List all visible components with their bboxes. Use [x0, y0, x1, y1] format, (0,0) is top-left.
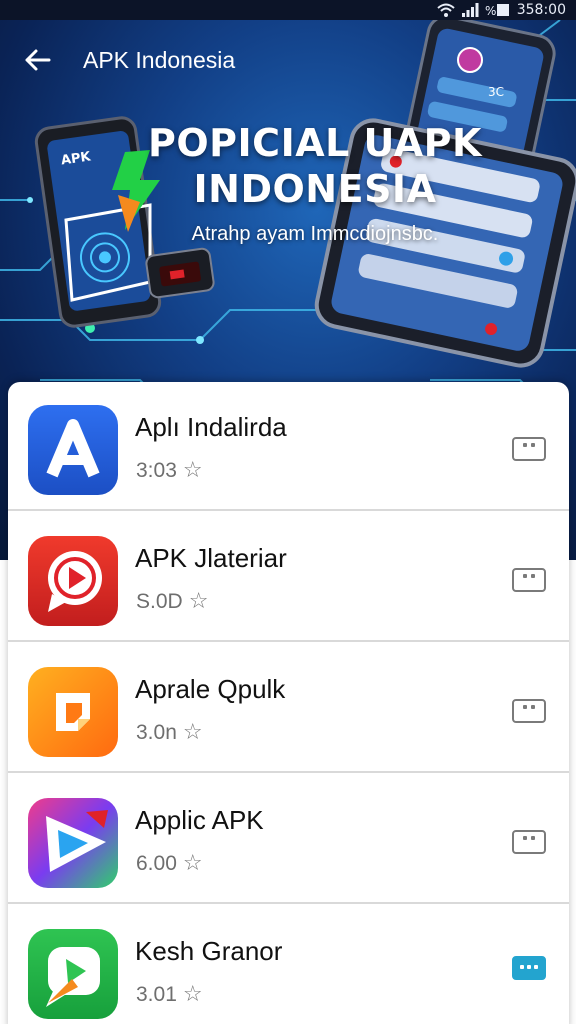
status-bar: % 358:00 [0, 0, 576, 20]
star-icon: ☆ [188, 589, 209, 614]
star-icon: ☆ [182, 720, 203, 745]
more-button[interactable] [512, 956, 546, 980]
app-rating: 3:03 ☆ [136, 458, 203, 483]
more-button[interactable] [512, 830, 546, 854]
star-icon: ☆ [182, 851, 203, 876]
letter-a-icon [28, 405, 118, 495]
star-icon: ☆ [182, 458, 203, 483]
page-title: APK Indonesia [83, 46, 236, 73]
banner-title-line1: POPICIAL UAPK [148, 121, 482, 165]
more-button[interactable] [512, 437, 546, 461]
banner-title: POPICIAL UAPK INDONESIA [140, 120, 490, 212]
app-name: APK Jlateriar [135, 543, 287, 573]
app-rating: 3.01 ☆ [136, 982, 203, 1007]
star-icon: ☆ [182, 982, 203, 1007]
list-item[interactable]: APK Jlateriar S.0D ☆ [8, 513, 569, 642]
list-item[interactable]: Applic APK 6.00 ☆ [8, 775, 569, 904]
app-rating: 6.00 ☆ [136, 851, 203, 876]
banner-title-line2: INDONESIA [193, 167, 437, 211]
clock: 358:00 [516, 2, 566, 18]
status-icons: % 358:00 [437, 1, 566, 19]
app-rating: 3.0n ☆ [136, 720, 203, 745]
play-chat-icon [28, 536, 118, 626]
app-name: Kesh Granor [135, 936, 283, 966]
list-item[interactable]: Kesh Granor 3.01 ☆ [8, 906, 569, 1024]
green-chat-icon [28, 929, 118, 1019]
signal-icon [461, 3, 479, 17]
app-name: Aplı Indalirda [135, 412, 287, 442]
app-rating: S.0D ☆ [136, 589, 208, 614]
battery-icon: % [485, 3, 511, 17]
triangle-play-icon [28, 798, 118, 888]
square-chat-icon [28, 667, 118, 757]
app-list: Aplı Indalirda 3:03 ☆ APK Jlateriar S.0D… [8, 382, 569, 1024]
more-button[interactable] [512, 568, 546, 592]
wifi-icon [437, 3, 455, 17]
app-bar: APK Indonesia [0, 20, 576, 100]
rating-value: S.0D [136, 589, 183, 613]
banner-subtitle: Atrahp ayam Immcdiojnsbc. [191, 223, 439, 245]
rating-value: 3:03 [136, 458, 177, 482]
back-button[interactable] [19, 42, 55, 78]
rating-value: 3.0n [136, 720, 177, 744]
list-item[interactable]: Aplı Indalirda 3:03 ☆ [8, 382, 569, 511]
rating-value: 6.00 [136, 851, 177, 875]
svg-text:%: % [485, 4, 496, 17]
back-arrow-icon [25, 49, 51, 71]
rating-value: 3.01 [136, 982, 177, 1006]
app-name: Applic APK [135, 805, 264, 835]
more-button[interactable] [512, 699, 546, 723]
list-item[interactable]: Aprale Qpulk 3.0n ☆ [8, 644, 569, 773]
app-name: Aprale Qpulk [135, 674, 286, 704]
